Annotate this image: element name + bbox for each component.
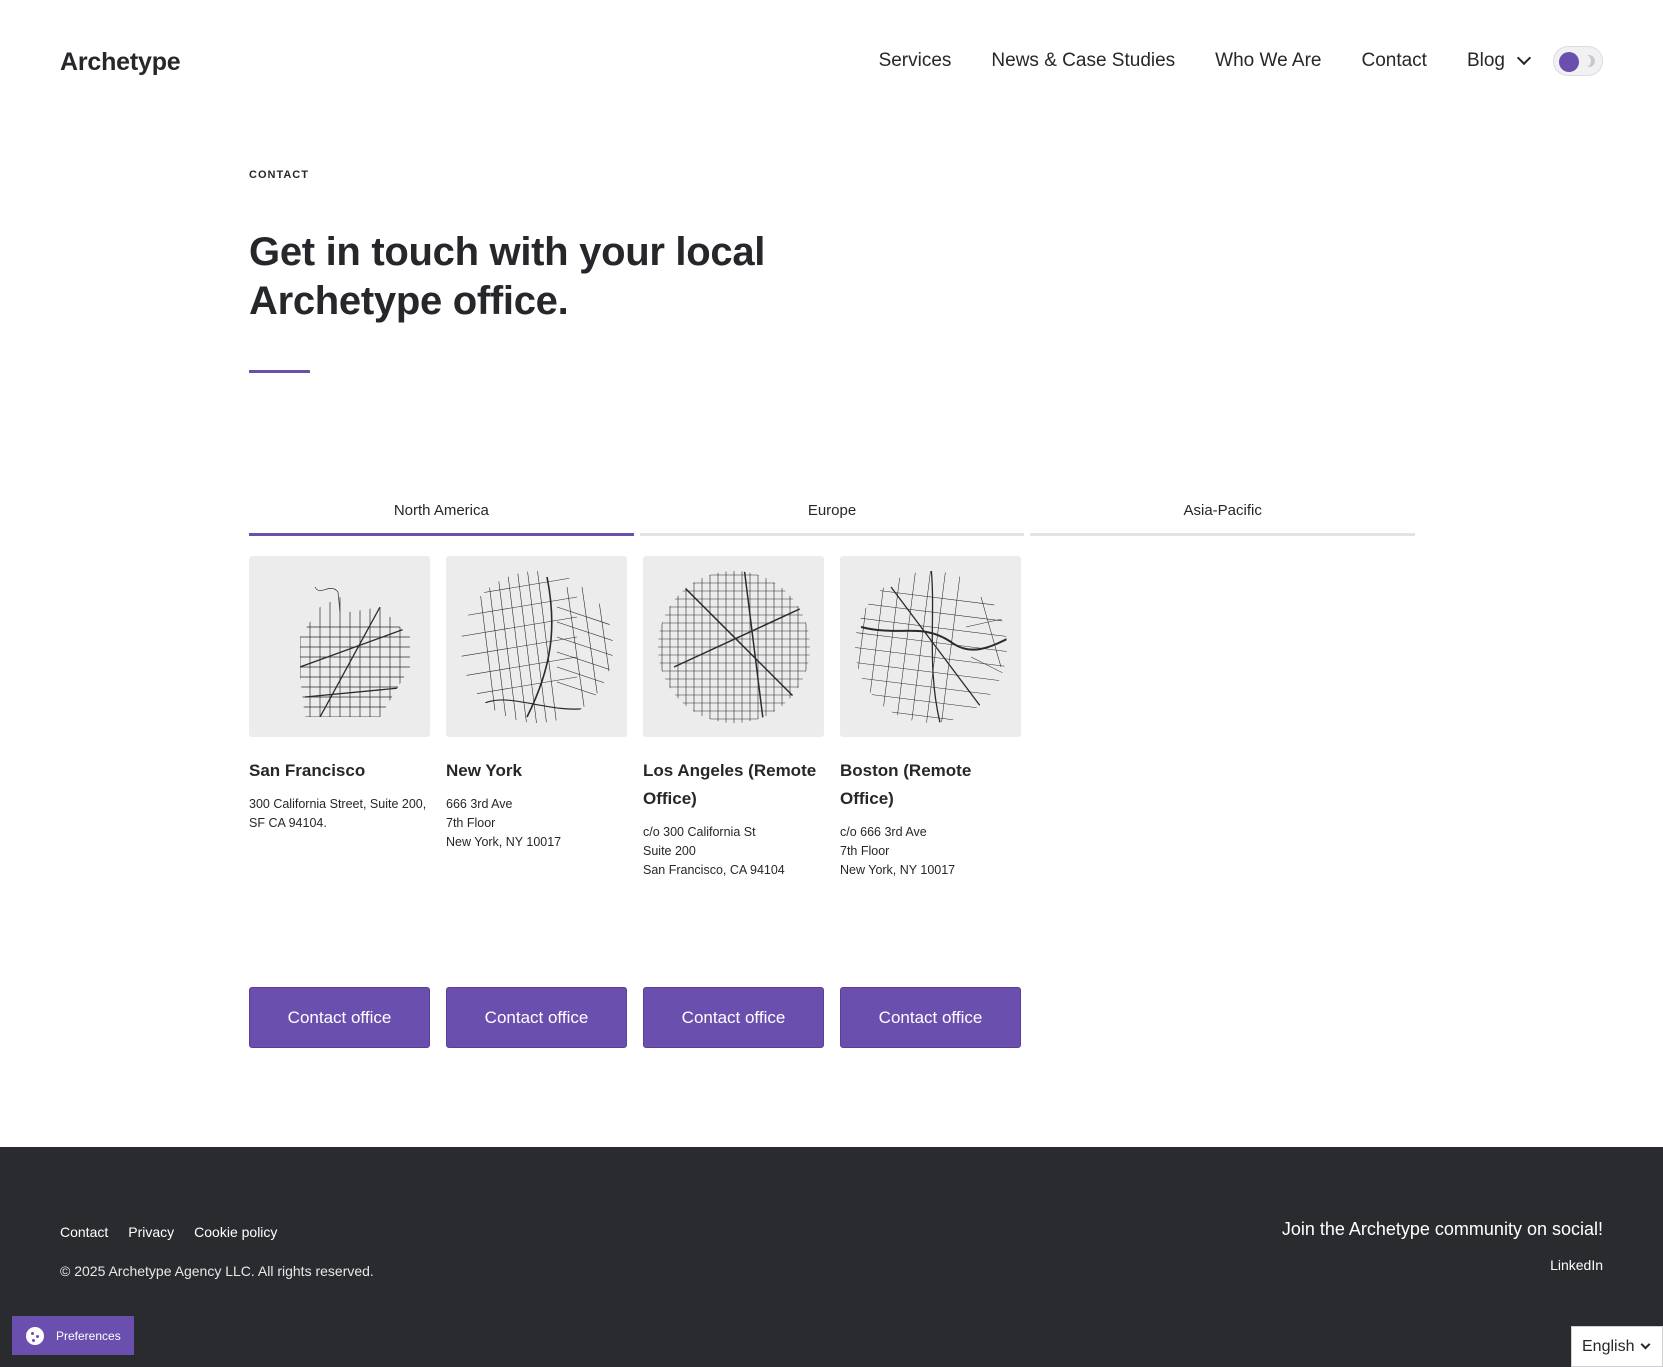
linkedin-link[interactable]: LinkedIn [1550, 1257, 1603, 1273]
footer-link-cookie-policy[interactable]: Cookie policy [194, 1224, 277, 1240]
tab-north-america[interactable]: North America [249, 498, 634, 536]
toggle-knob [1559, 52, 1579, 72]
accent-divider [249, 370, 310, 373]
nav-blog-dropdown[interactable]: Blog [1466, 50, 1532, 72]
nav-contact[interactable]: Contact [1361, 50, 1426, 72]
office-card-los-angeles: Los Angeles (Remote Office) c/o 300 Cali… [643, 556, 824, 1048]
office-address: 300 California Street, Suite 200, SF CA … [249, 797, 427, 830]
main-nav: Services News & Case Studies Who We Are … [879, 46, 1603, 76]
office-address: 666 3rd Ave 7th Floor New York, NY 10017 [446, 797, 562, 849]
map-boston [840, 556, 1021, 737]
language-label: English [1582, 1337, 1635, 1355]
office-cards: San Francisco 300 California Street, Sui… [249, 556, 1021, 1048]
city-map-icon [657, 570, 810, 723]
office-name: San Francisco [249, 761, 366, 780]
footer-links: Contact Privacy Cookie policy [60, 1224, 277, 1240]
contact-office-button-boston[interactable]: Contact office [840, 987, 1021, 1048]
map-los-angeles [643, 556, 824, 737]
nav-who-we-are[interactable]: Who We Are [1215, 50, 1321, 72]
tab-asia-pacific[interactable]: Asia-Pacific [1030, 498, 1416, 536]
page-title: Get in touch with your local Archetype o… [249, 230, 766, 323]
office-card-new-york: New York 666 3rd Ave 7th Floor New York,… [446, 556, 627, 1048]
city-map-icon [854, 570, 1007, 723]
contact-office-button-new-york[interactable]: Contact office [446, 987, 627, 1048]
footer-link-privacy[interactable]: Privacy [128, 1224, 174, 1240]
site-footer: Contact Privacy Cookie policy © 2025 Arc… [0, 1147, 1663, 1367]
site-header: Archetype Services News & Case Studies W… [0, 0, 1663, 130]
copyright-text: © 2025 Archetype Agency LLC. All rights … [60, 1263, 374, 1279]
nav-services[interactable]: Services [879, 50, 952, 72]
contact-office-button-san-francisco[interactable]: Contact office [249, 987, 430, 1048]
office-address: c/o 300 California St Suite 200 San Fran… [643, 825, 785, 877]
office-name: Los Angeles (Remote Office) [643, 761, 817, 808]
office-card-san-francisco: San Francisco 300 California Street, Sui… [249, 556, 430, 1048]
site-logo[interactable]: Archetype [60, 48, 181, 77]
map-new-york [446, 556, 627, 737]
nav-news-case-studies[interactable]: News & Case Studies [991, 50, 1175, 72]
office-name: Boston (Remote Office) [840, 761, 972, 808]
page-eyebrow: CONTACT [249, 169, 309, 181]
office-address: c/o 666 3rd Ave 7th Floor New York, NY 1… [840, 825, 956, 877]
footer-link-contact[interactable]: Contact [60, 1224, 108, 1240]
cookie-icon [26, 1326, 44, 1345]
cookie-preferences-button[interactable]: Preferences [12, 1316, 134, 1355]
city-map-icon [460, 570, 613, 723]
language-selector[interactable]: English [1571, 1326, 1663, 1367]
social-heading: Join the Archetype community on social! [1281, 1219, 1603, 1239]
chevron-down-icon [1641, 1339, 1651, 1350]
nav-blog-label: Blog [1466, 50, 1505, 71]
theme-toggle[interactable] [1553, 46, 1603, 76]
preferences-label: Preferences [56, 1328, 121, 1343]
contact-office-button-los-angeles[interactable]: Contact office [643, 987, 824, 1048]
city-map-icon [299, 586, 410, 717]
region-tabs: North America Europe Asia-Pacific [249, 498, 1416, 536]
office-card-boston: Boston (Remote Office) c/o 666 3rd Ave 7… [840, 556, 1021, 1048]
map-san-francisco [249, 556, 430, 737]
tab-europe[interactable]: Europe [639, 498, 1025, 536]
chevron-down-icon [1516, 50, 1532, 66]
office-name: New York [446, 761, 522, 780]
moon-icon [1580, 55, 1595, 67]
